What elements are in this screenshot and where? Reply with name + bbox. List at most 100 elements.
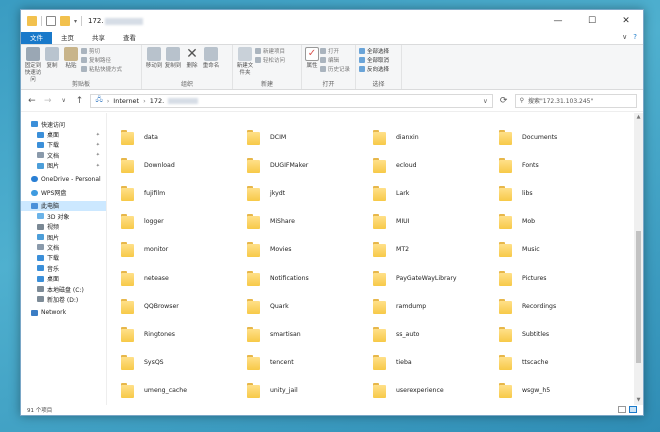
- nav-network[interactable]: Network: [21, 308, 106, 318]
- chevron-down-icon[interactable]: ▾: [74, 18, 77, 25]
- folder-item[interactable]: Music: [499, 236, 625, 264]
- scroll-down-icon[interactable]: ▼: [634, 396, 643, 405]
- folder-item[interactable]: MiShare: [247, 208, 373, 236]
- folder-item[interactable]: Mob: [499, 208, 625, 236]
- folder-item[interactable]: tieba: [373, 349, 499, 377]
- folder-item[interactable]: Fonts: [499, 151, 625, 179]
- select-all-button[interactable]: 全部选择: [359, 47, 389, 55]
- tab-home[interactable]: 主页: [52, 32, 83, 44]
- folder-item[interactable]: Lark: [373, 179, 499, 207]
- back-arrow-icon[interactable]: ←: [27, 96, 37, 106]
- breadcrumb-internet[interactable]: Internet: [113, 97, 139, 105]
- folder-item[interactable]: tencent: [247, 349, 373, 377]
- refresh-icon[interactable]: ⟳: [499, 96, 509, 106]
- move-to-button[interactable]: 移动到: [145, 47, 163, 70]
- nav-desktop-pc[interactable]: 桌面: [21, 273, 106, 283]
- folder-item[interactable]: Movies: [247, 236, 373, 264]
- folder-item[interactable]: libs: [499, 179, 625, 207]
- folder-item[interactable]: monitor: [121, 236, 247, 264]
- folder-item[interactable]: ramdump: [373, 292, 499, 320]
- folder-item[interactable]: dianxin: [373, 123, 499, 151]
- copy-to-button[interactable]: 复制到: [164, 47, 182, 70]
- folder-item[interactable]: ecloud: [373, 151, 499, 179]
- folder-item[interactable]: Quark: [247, 292, 373, 320]
- folder-item[interactable]: QQBrowser: [121, 292, 247, 320]
- cut-button[interactable]: 剪切: [81, 47, 122, 55]
- select-none-button[interactable]: 全部取消: [359, 56, 389, 64]
- invert-selection-button[interactable]: 反向选择: [359, 65, 389, 73]
- edit-button[interactable]: 编辑: [320, 56, 350, 64]
- folder-item[interactable]: unity_jail: [247, 377, 373, 405]
- breadcrumb-host[interactable]: 172.: [150, 97, 164, 105]
- folder-item[interactable]: MIUI: [373, 208, 499, 236]
- close-button[interactable]: ✕: [609, 10, 643, 32]
- folder-item[interactable]: MT2: [373, 236, 499, 264]
- nav-onedrive[interactable]: OneDrive - Personal: [21, 174, 106, 184]
- nav-local-disk-c[interactable]: 本地磁盘 (C:): [21, 284, 106, 294]
- address-bar[interactable]: 🖧 › Internet › 172. ∨: [90, 93, 493, 108]
- vertical-scrollbar[interactable]: ▲ ▼: [634, 113, 643, 405]
- minimize-button[interactable]: —: [541, 10, 575, 32]
- folder-item[interactable]: smartisan: [247, 320, 373, 348]
- folder-item[interactable]: fujifilm: [121, 179, 247, 207]
- nav-documents[interactable]: 文档 ✦: [21, 150, 106, 160]
- paste-shortcut-button[interactable]: 粘贴快捷方式: [81, 65, 122, 73]
- nav-3d-objects[interactable]: 3D 对象: [21, 211, 106, 221]
- nav-pictures-pc[interactable]: 图片: [21, 232, 106, 242]
- folder-item[interactable]: Download: [121, 151, 247, 179]
- paste-button[interactable]: 粘贴: [62, 47, 80, 70]
- maximize-button[interactable]: ☐: [575, 10, 609, 32]
- nav-pictures[interactable]: 图片 ✦: [21, 161, 106, 171]
- open-button[interactable]: 打开: [320, 47, 350, 55]
- ribbon-collapse-icon[interactable]: ∨: [622, 33, 627, 41]
- folder-item[interactable]: logger: [121, 208, 247, 236]
- nav-music[interactable]: 音乐: [21, 263, 106, 273]
- history-button[interactable]: 历史记录: [320, 65, 350, 73]
- folder-item[interactable]: DCIM: [247, 123, 373, 151]
- nav-documents-pc[interactable]: 文档: [21, 242, 106, 252]
- nav-new-volume-d[interactable]: 新加卷 (D:): [21, 294, 106, 304]
- scroll-up-icon[interactable]: ▲: [634, 113, 643, 122]
- folder-item[interactable]: PayGateWayLibrary: [373, 264, 499, 292]
- folder-item[interactable]: jkydt: [247, 179, 373, 207]
- folder-item[interactable]: userexperience: [373, 377, 499, 405]
- easy-access-button[interactable]: 轻松访问: [255, 56, 285, 64]
- folder-item[interactable]: Ringtones: [121, 320, 247, 348]
- rename-button[interactable]: 重命名: [202, 47, 220, 70]
- folder-item[interactable]: Notifications: [247, 264, 373, 292]
- folder-item[interactable]: Documents: [499, 123, 625, 151]
- tab-share[interactable]: 共享: [83, 32, 114, 44]
- large-icons-view-icon[interactable]: [629, 406, 637, 413]
- up-arrow-icon[interactable]: ↑: [75, 96, 85, 106]
- recent-locations-chevron-icon[interactable]: ∨: [59, 97, 69, 104]
- folder-item[interactable]: umeng_cache: [121, 377, 247, 405]
- nav-downloads-pc[interactable]: 下载: [21, 253, 106, 263]
- address-dropdown-icon[interactable]: ∨: [483, 97, 488, 105]
- folder-item[interactable]: SysQS: [121, 349, 247, 377]
- nav-downloads[interactable]: 下载 ✦: [21, 140, 106, 150]
- folder-item[interactable]: Recordings: [499, 292, 625, 320]
- nav-videos[interactable]: 视频: [21, 222, 106, 232]
- nav-quick-access[interactable]: 快速访问: [21, 119, 106, 129]
- delete-button[interactable]: ✕ 删除: [183, 47, 201, 70]
- properties-icon[interactable]: [46, 16, 56, 26]
- tab-file[interactable]: 文件: [21, 32, 52, 44]
- folder-item[interactable]: ttscache: [499, 349, 625, 377]
- nav-wps[interactable]: WPS网盘: [21, 187, 106, 197]
- details-view-icon[interactable]: [618, 406, 626, 413]
- copy-path-button[interactable]: 复制路径: [81, 56, 122, 64]
- folder-item[interactable]: wsgw_h5: [499, 377, 625, 405]
- help-icon[interactable]: ?: [633, 33, 637, 41]
- nav-desktop[interactable]: 桌面 ✦: [21, 129, 106, 139]
- new-item-button[interactable]: 新建项目: [255, 47, 285, 55]
- folder-item[interactable]: Subtitles: [499, 320, 625, 348]
- folder-item[interactable]: ss_auto: [373, 320, 499, 348]
- folder-item[interactable]: data: [121, 123, 247, 151]
- tab-view[interactable]: 查看: [114, 32, 145, 44]
- new-folder-button[interactable]: 新建文件夹: [236, 47, 254, 77]
- search-input[interactable]: ⚲ 搜索"172.31.103.245": [514, 93, 637, 108]
- nav-this-pc[interactable]: 此电脑: [21, 200, 106, 212]
- copy-button[interactable]: 复制: [43, 47, 61, 70]
- properties-button[interactable]: ✓ 属性: [305, 47, 319, 70]
- folder-item[interactable]: netease: [121, 264, 247, 292]
